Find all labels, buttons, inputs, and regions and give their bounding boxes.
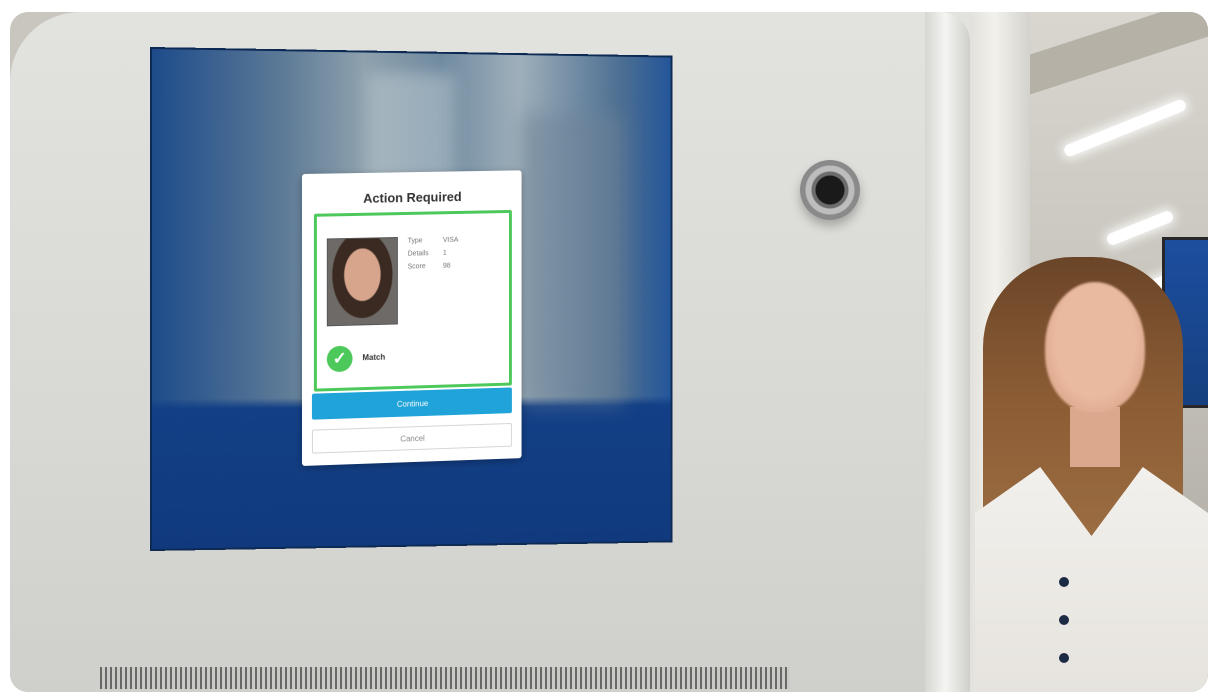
traveler-person [975,257,1208,692]
blouse-buttons [1059,577,1069,691]
blouse-button [1059,577,1069,587]
match-card: Type VISA Details 1 Score 98 ✓ Match [313,209,512,392]
face-photo [326,236,398,327]
traveler-info: Type VISA Details 1 Score 98 [408,233,501,274]
continue-button[interactable]: Continue [311,387,512,420]
blouse-button [1059,653,1069,663]
face [1045,282,1145,412]
kiosk-edge [925,12,970,692]
camera-icon [800,160,860,220]
info-key: Score [407,263,426,271]
match-status: Match [362,352,386,363]
kiosk-vent [100,667,790,689]
kiosk-body: Action Required Type VISA Details 1 Scor… [10,12,970,692]
dialog-title: Action Required [363,189,462,206]
neck [1070,407,1120,467]
action-required-dialog: Action Required Type VISA Details 1 Scor… [302,170,522,466]
info-value: 98 [442,262,451,270]
screen-background [520,113,625,407]
photo-scene: Action Required Type VISA Details 1 Scor… [10,12,1208,692]
check-icon: ✓ [326,345,353,373]
info-row: Score 98 [408,259,501,274]
info-value: 1 [442,249,447,257]
blouse-button [1059,615,1069,625]
cancel-button[interactable]: Cancel [311,422,512,454]
ceiling-light [1062,98,1188,158]
info-value: VISA [442,236,459,244]
info-key: Details [407,250,429,258]
info-key: Type [407,237,423,245]
ceiling-beam [1030,12,1208,95]
